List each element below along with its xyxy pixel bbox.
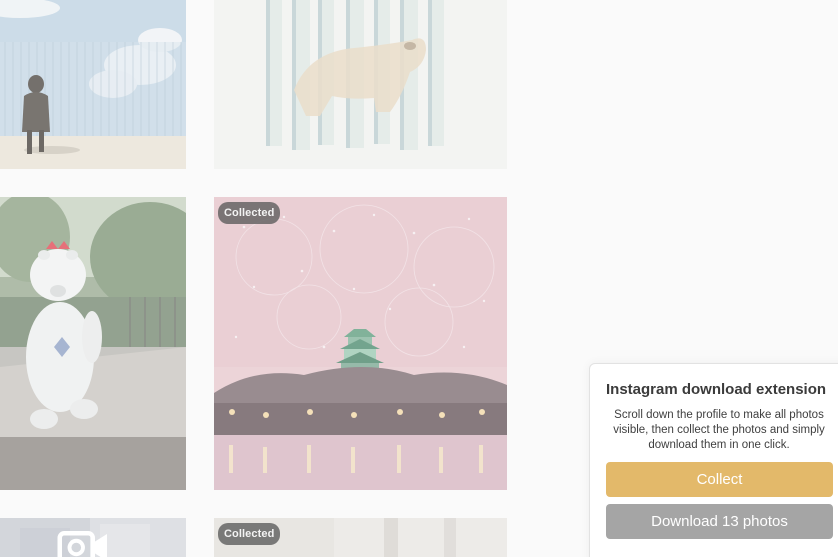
photo-video-bottom-left[interactable]	[0, 518, 186, 557]
panel-description: Scroll down the profile to make all phot…	[613, 409, 825, 451]
photo-polar-bear-strips-image	[214, 0, 507, 169]
photo-castle-fireworks-image	[214, 197, 507, 490]
instagram-profile-page: Collected Collected Instagram download e…	[0, 0, 838, 557]
photo-person-fence-image	[0, 0, 186, 169]
video-camera-icon	[57, 531, 107, 557]
collect-button[interactable]: Collect	[606, 462, 833, 497]
panel-title: Instagram download extension	[606, 381, 827, 398]
photo-polar-bear-strips[interactable]	[214, 0, 507, 169]
photo-castle-fireworks[interactable]: Collected	[214, 197, 507, 490]
photo-polar-bear-mascot-image	[0, 197, 186, 490]
photo-bottom-right[interactable]: Collected	[214, 518, 507, 557]
photo-person-fence[interactable]	[0, 0, 186, 169]
download-extension-panel: Instagram download extension Scroll down…	[589, 363, 838, 557]
photo-polar-bear-mascot[interactable]	[0, 197, 186, 490]
collected-badge: Collected	[218, 202, 281, 224]
collected-badge: Collected	[218, 523, 281, 545]
download-photos-button[interactable]: Download 13 photos	[606, 504, 833, 539]
